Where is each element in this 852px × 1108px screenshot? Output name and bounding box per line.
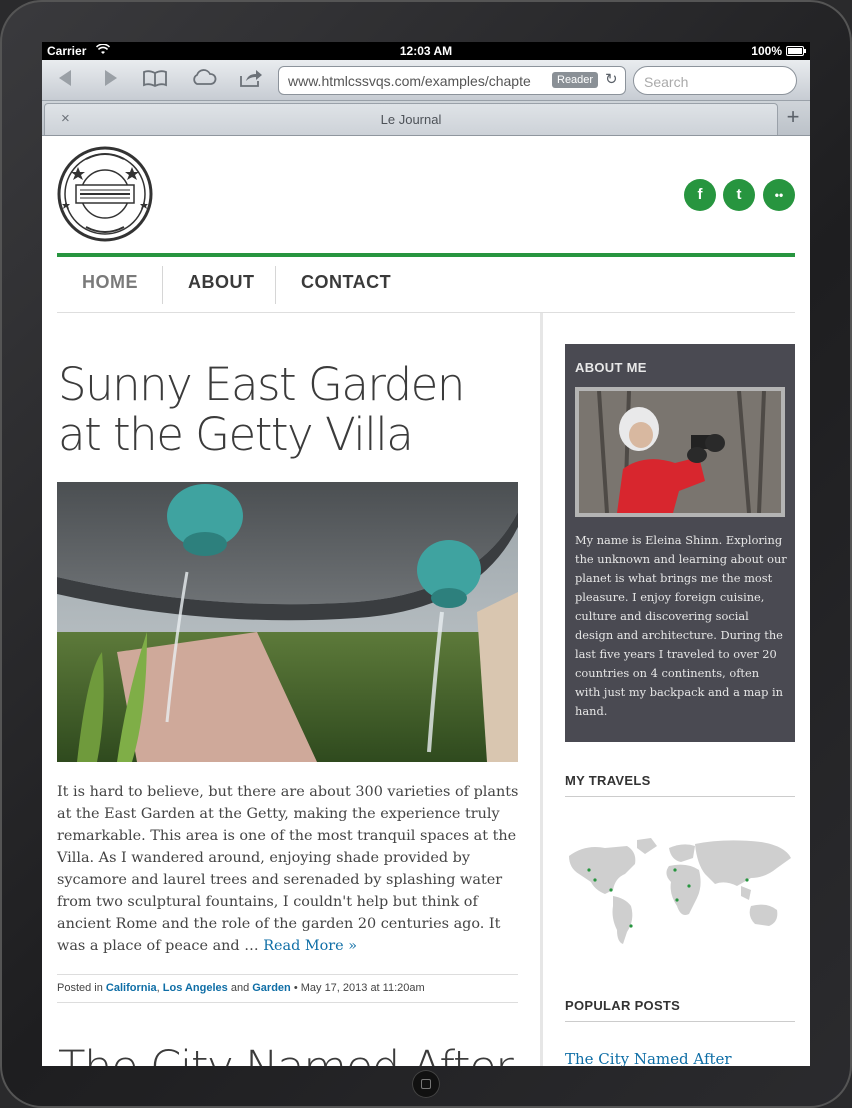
forward-icon[interactable]	[102, 68, 120, 94]
screen: Carrier 12:03 AM 100% www.htmlcssvqs.com…	[42, 42, 810, 1066]
cloud-icon[interactable]	[190, 68, 218, 94]
facebook-icon[interactable]: f	[684, 179, 716, 211]
column-divider	[540, 313, 543, 1066]
share-icon[interactable]	[238, 68, 264, 94]
web-page: f t •• HOME ABOUT CONTACT Sunny East Gar…	[42, 136, 810, 1066]
nav-divider	[275, 266, 276, 304]
battery-percent: 100%	[751, 44, 782, 58]
post-body: It is hard to believe, but there are abo…	[57, 784, 519, 954]
nav-about[interactable]: ABOUT	[188, 257, 255, 312]
twitter-icon[interactable]: t	[723, 179, 755, 211]
meta-and: and	[227, 982, 253, 994]
nav-divider	[162, 266, 163, 304]
browser-toolbar: www.htmlcssvqs.com/examples/chapte Reade…	[42, 60, 810, 101]
reader-button[interactable]: Reader	[552, 72, 599, 88]
post-title[interactable]: Sunny East Garden at the Getty Villa	[58, 360, 518, 460]
site-logo[interactable]	[56, 145, 154, 243]
search-placeholder: Search	[644, 74, 689, 90]
flickr-icon[interactable]: ••	[763, 179, 795, 211]
about-me-heading: ABOUT ME	[575, 360, 647, 375]
tab-bar: × Le Journal +	[42, 101, 810, 136]
next-post-title[interactable]: The City Named After	[58, 1041, 514, 1066]
post-image[interactable]	[57, 482, 518, 762]
reload-icon[interactable]: ↻	[605, 70, 618, 88]
post-excerpt: It is hard to believe, but there are abo…	[57, 781, 519, 957]
home-button[interactable]	[412, 1070, 440, 1098]
posted-in-label: Posted in	[57, 982, 106, 994]
about-me-widget: ABOUT ME My name is Eleina Shinn. Explor…	[565, 344, 795, 742]
status-bar: Carrier 12:03 AM 100%	[42, 42, 810, 60]
browser-tab[interactable]: × Le Journal	[44, 103, 778, 135]
about-photo	[575, 387, 785, 517]
address-bar[interactable]: www.htmlcssvqs.com/examples/chapte Reade…	[278, 66, 626, 95]
back-icon[interactable]	[56, 68, 74, 94]
nav-contact[interactable]: CONTACT	[301, 257, 391, 312]
battery-icon	[786, 46, 806, 56]
about-me-text: My name is Eleina Shinn. Exploring the u…	[575, 533, 787, 718]
nav-home[interactable]: HOME	[82, 257, 138, 312]
popular-posts-heading: POPULAR POSTS	[565, 998, 795, 1022]
search-input[interactable]: Search	[633, 66, 797, 95]
post-date: • May 17, 2013 at 11:20am	[290, 982, 425, 994]
category-link[interactable]: Los Angeles	[163, 982, 228, 994]
read-more-link[interactable]: Read More »	[263, 938, 357, 954]
clock: 12:03 AM	[399, 44, 453, 58]
tab-title: Le Journal	[380, 112, 442, 127]
travel-map[interactable]	[565, 834, 795, 949]
category-link[interactable]: California	[106, 982, 157, 994]
new-tab-button[interactable]: +	[780, 105, 806, 131]
url-text[interactable]: www.htmlcssvqs.com/examples/chapte	[288, 73, 544, 89]
category-link[interactable]: Garden	[252, 982, 291, 994]
popular-post-link[interactable]: The City Named After	[565, 1050, 732, 1066]
bookmarks-icon[interactable]	[142, 68, 168, 94]
my-travels-heading: MY TRAVELS	[565, 773, 795, 797]
main-nav: HOME ABOUT CONTACT	[57, 257, 795, 313]
battery-indicator: 100%	[751, 44, 806, 58]
post-meta: Posted in California, Los Angeles and Ga…	[57, 974, 518, 1003]
